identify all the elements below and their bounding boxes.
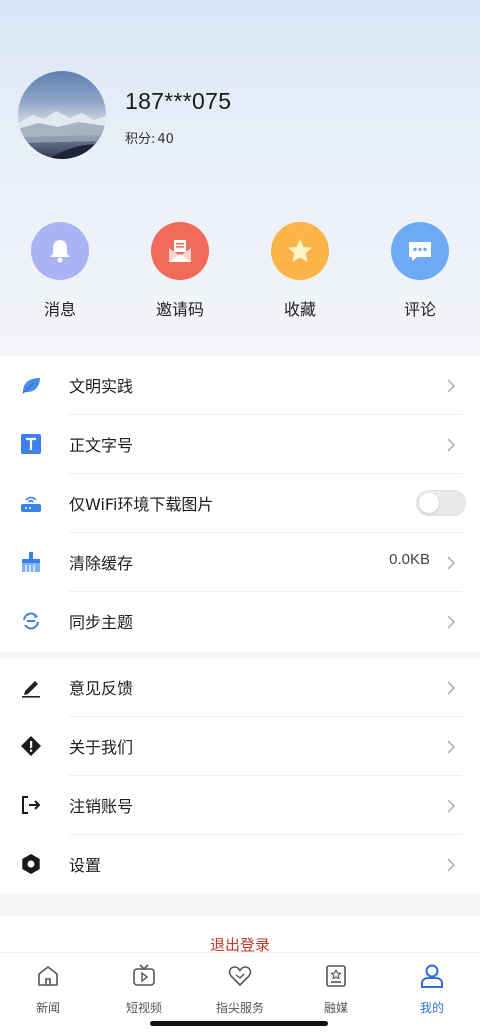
exit-icon [22,796,41,814]
settings-item-label: 注销账号 [69,797,134,816]
home-icon [38,966,58,986]
quick-action-invite-code[interactable]: 邀请码 [120,222,240,320]
chevron-right-icon [447,740,456,754]
settings-group-general: 文明实践 正文字号 仅WiFi环境下载图片 清除缓存 0.0KB 同步主题 [0,356,480,652]
tab-label: 新闻 [35,1001,60,1015]
settings-item-settings[interactable]: 设置 [0,835,480,894]
username: 187***075 [125,88,232,114]
chevron-right-icon [447,858,456,872]
settings-item-civilization-practice[interactable]: 文明实践 [0,356,480,415]
settings-group-account: 意见反馈 关于我们 注销账号 设置 [0,658,480,894]
settings-item-label: 正文字号 [69,436,134,455]
tab-media[interactable]: 融媒 [288,963,384,1016]
gear-icon [22,854,40,874]
home-indicator [150,1021,328,1026]
quick-action-label: 收藏 [283,300,316,319]
toggle-knob [419,493,439,513]
user-icon [421,964,443,988]
chat-icon [391,222,449,280]
quick-action-label: 消息 [43,300,76,319]
points-caption: 积分: [125,132,156,147]
avatar[interactable] [18,71,106,159]
quick-action-label: 邀请码 [155,300,204,319]
settings-item-label: 同步主题 [69,613,134,632]
settings-item-feedback[interactable]: 意见反馈 [0,658,480,717]
settings-item-label: 文明实践 [69,377,134,396]
star-icon [271,222,329,280]
chevron-right-icon [447,438,456,452]
leaf-icon [22,378,40,394]
settings-item-about-us[interactable]: 关于我们 [0,717,480,776]
media-icon [326,965,346,987]
tab-label: 短视频 [125,1001,162,1015]
settings-item-label: 仅WiFi环境下载图片 [69,495,214,514]
settings-item-wifi-only-images: 仅WiFi环境下载图片 [0,474,480,533]
chevron-right-icon [447,379,456,393]
settings-item-label: 意见反馈 [69,679,134,698]
cache-size-value: 0.0KB [389,551,430,568]
broom-icon [22,552,40,572]
quick-action-comments[interactable]: 评论 [360,222,480,320]
points-label: 积分: 40 [125,128,176,147]
points-value: 40 [157,132,174,147]
sync-icon [23,612,39,630]
settings-item-label: 关于我们 [69,738,134,757]
mail-icon [151,222,209,280]
settings-item-clear-cache[interactable]: 清除缓存 0.0KB [0,533,480,592]
info-icon [21,736,41,756]
heart-icon [228,966,252,987]
wifi-only-toggle[interactable] [416,490,466,516]
edit-icon [22,681,40,698]
tv-icon [133,964,155,986]
tab-label: 我的 [419,1001,444,1015]
chevron-right-icon [447,615,456,629]
tab-news[interactable]: 新闻 [0,963,96,1016]
tab-label: 指尖服务 [215,1001,264,1015]
chevron-right-icon [447,681,456,695]
text-size-icon [21,434,41,454]
settings-item-text-size[interactable]: 正文字号 [0,415,480,474]
settings-item-cancel-account[interactable]: 注销账号 [0,776,480,835]
bell-icon [31,222,89,280]
quick-action-messages[interactable]: 消息 [0,222,120,320]
tab-mine[interactable]: 我的 [384,963,480,1016]
settings-item-label: 清除缓存 [69,554,134,573]
chevron-right-icon [447,556,456,570]
tab-fingertip-services[interactable]: 指尖服务 [192,963,288,1016]
quick-action-favorites[interactable]: 收藏 [240,222,360,320]
tab-label: 融媒 [323,1001,348,1015]
settings-item-label: 设置 [69,856,102,875]
chevron-right-icon [447,799,456,813]
tab-short-video[interactable]: 短视频 [96,963,192,1016]
router-icon [21,496,41,512]
settings-item-sync-theme[interactable]: 同步主题 [0,592,480,651]
quick-action-label: 评论 [403,300,436,319]
